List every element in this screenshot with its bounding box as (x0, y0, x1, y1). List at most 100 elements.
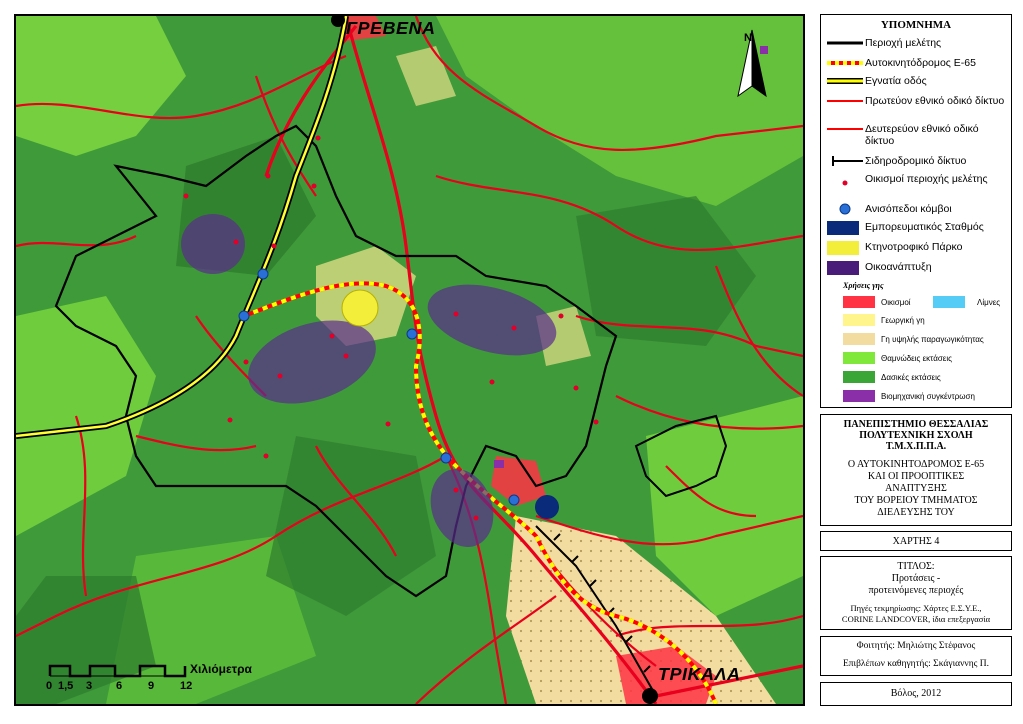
scale-tick-0: 0 (46, 680, 53, 692)
credits-box: Φοιτητής: Μηλιώτης Στέφανος Επιβλέπων κα… (820, 636, 1012, 676)
supervisor-name: Επιβλέπων καθηγητής: Σκάγιαννης Π. (842, 659, 990, 669)
settlement-point (183, 193, 189, 199)
settlement-point (511, 325, 517, 331)
map-view: ΓΡΕΒΕΝΑ ΤΡΙΚΑΛΑ N (14, 14, 805, 706)
title-box: ΤΙΤΛΟΣ: Προτάσεις - προτεινόμενες περιοχ… (820, 556, 1012, 630)
legend-label: Σιδηροδρομικό δίκτυο (865, 155, 967, 167)
place-date-box: Βόλος, 2012 (820, 682, 1012, 706)
land-use-label: Γη υψηλής παραγωγικότητας (881, 335, 984, 344)
legend-label: Κτηνοτροφικό Πάρκο (865, 241, 963, 253)
legend-label: Εγνατία οδός (865, 75, 927, 87)
dashed-motorway-icon (827, 61, 863, 65)
land-use-swatch-high-productivity (843, 333, 875, 345)
settlement-point (593, 419, 599, 425)
scale-unit: Χιλιόμετρα (190, 662, 252, 676)
yellow-box-icon (827, 241, 859, 255)
blue-dot-icon (839, 203, 851, 215)
scale-tick-4: 9 (148, 680, 155, 692)
legend-label: Αυτοκινητόδρομος Ε-65 (865, 57, 976, 69)
land-use-title: Χρήσεις γης (843, 281, 884, 290)
project-info-box: ΠΑΝΕΠΙΣΤΗΜΙΟ ΘΕΣΣΑΛΙΑΣ ΠΟΛΥΤΕΧΝΙΚΗ ΣΧΟΛΗ… (820, 414, 1012, 526)
livestock-park (341, 289, 379, 327)
legend-label: Πρωτεύον εθνικό οδικό δίκτυο (865, 95, 1005, 107)
interchange-node (257, 268, 269, 280)
interchange-node (440, 452, 452, 464)
legend-title: ΥΠΟΜΝΗΜΑ (880, 19, 952, 31)
project-line: ΔΙΕΛΕΥΣΗΣ ΤΟΥ (877, 507, 955, 518)
interchange-node (238, 310, 250, 322)
title-label: ΤΙΤΛΟΣ: (897, 561, 935, 572)
land-use-swatch-agricultural (843, 314, 875, 326)
land-use-label: Θαμνώδεις εκτάσεις (881, 354, 952, 363)
settlement-point (453, 311, 459, 317)
legend-label: Περιοχή μελέτης (865, 37, 942, 49)
settlement-point (277, 373, 283, 379)
north-arrow-label: N (744, 32, 752, 44)
legend-label: Εμπορευματικός Σταθμός (865, 221, 984, 233)
legend-label: Δευτερεύον εθνικό οδικό δίκτυο (865, 123, 979, 147)
settlement-point (489, 379, 495, 385)
navy-box-icon (827, 221, 859, 235)
project-line: ΚΑΙ ΟΙ ΠΡΟΟΠΤΙΚΕΣ (867, 471, 965, 482)
land-use-swatch-shrubland (843, 352, 875, 364)
map-number-box: ΧΑΡΤΗΣ 4 (820, 531, 1012, 551)
land-use-label: Δασικές εκτάσεις (881, 373, 941, 382)
legend-box: ΥΠΟΜΝΗΜΑ Περιοχή μελέτης Αυτοκινητόδρομο… (820, 14, 1012, 408)
settlement-point (558, 313, 564, 319)
scale-tick-1: 1,5 (58, 680, 74, 692)
institution-line: Τ.Μ.Χ.Π.Π.Α. (885, 441, 947, 452)
settlement-point (573, 385, 579, 391)
map-canvas (16, 16, 803, 704)
legend-label: Οικισμοί περιοχής μελέτης (865, 173, 988, 185)
settlement-point (329, 333, 335, 339)
land-use-swatch-forest (843, 371, 875, 383)
settlement-point (473, 515, 479, 521)
sources-line: Πηγές τεκμηρίωσης: Χάρτες Ε.Σ.Υ.Ε., (850, 603, 982, 613)
black-line-icon (827, 41, 863, 45)
place-date: Βόλος, 2012 (890, 688, 942, 699)
settlement-point (343, 353, 349, 359)
land-use-swatch-lakes (933, 296, 965, 308)
title-line: προτεινόμενες περιοχές (868, 585, 964, 596)
map-number: ΧΑΡΤΗΣ 4 (892, 536, 940, 547)
red-line-icon (827, 128, 863, 130)
scale-tick-2: 3 (86, 680, 93, 692)
settlement-point (263, 453, 269, 459)
settlement-point (243, 359, 249, 365)
land-use-label: Λίμνες (977, 298, 1001, 307)
settlement-point (227, 417, 233, 423)
project-line: ΤΟΥ ΒΟΡΕΙΟΥ ΤΜΗΜΑΤΟΣ (854, 495, 978, 506)
red-dot-icon (842, 180, 848, 186)
settlement-point (453, 487, 459, 493)
settlement-point (315, 135, 321, 141)
map-sheet: ΓΡΕΒΕΝΑ ΤΡΙΚΑΛΑ N 0 1,5 3 6 9 12 Χιλιόμε… (0, 0, 1023, 724)
land-use-label: Γεωργική γη (881, 316, 925, 325)
legend-panel: ΥΠΟΜΝΗΜΑ Περιοχή μελέτης Αυτοκινητόδρομο… (820, 14, 1012, 706)
project-line: ΑΝΑΠΤΥΞΗΣ (885, 483, 947, 494)
student-name: Φοιτητής: Μηλιώτης Στέφανος (856, 641, 976, 651)
settlement-point (385, 421, 391, 427)
railway-icon (832, 156, 863, 166)
interchange-node (406, 328, 418, 340)
interchange-node (508, 494, 520, 506)
scale-tick-5: 12 (180, 680, 193, 692)
settlement-point (265, 173, 271, 179)
legend-label: Ανισόπεδοι κόμβοι (865, 203, 952, 215)
industrial-area (494, 460, 504, 468)
land-use-label: Βιομηχανική συγκέντρωση (881, 392, 975, 401)
institution-line: ΠΑΝΕΠΙΣΤΗΜΙΟ ΘΕΣΣΑΛΙΑΣ (843, 419, 989, 430)
legend-label: Οικοανάπτυξη (865, 261, 932, 273)
egnatia-line-icon (827, 78, 863, 84)
land-use-label: Οικισμοί (881, 298, 911, 307)
industrial-area (760, 46, 768, 54)
purple-box-icon (827, 261, 859, 275)
settlement-point (311, 183, 317, 189)
sources-line: CORINE LANDCOVER, ίδια επεξεργασία (841, 614, 991, 624)
scale-bar: 0 1,5 3 6 9 12 Χιλιόμετρα (30, 658, 270, 698)
city-label-trikala: ΤΡΙΚΑΛΑ (658, 664, 741, 684)
land-use-swatch-industrial (843, 390, 875, 402)
institution-line: ΠΟΛΥΤΕΧΝΙΚΗ ΣΧΟΛΗ (859, 430, 973, 441)
land-use-swatch-settlements (843, 296, 875, 308)
red-line-icon (827, 100, 863, 102)
project-line: Ο ΑΥΤΟΚΙΝΗΤΟΔΡΟΜΟΣ Ε-65 (847, 459, 985, 470)
